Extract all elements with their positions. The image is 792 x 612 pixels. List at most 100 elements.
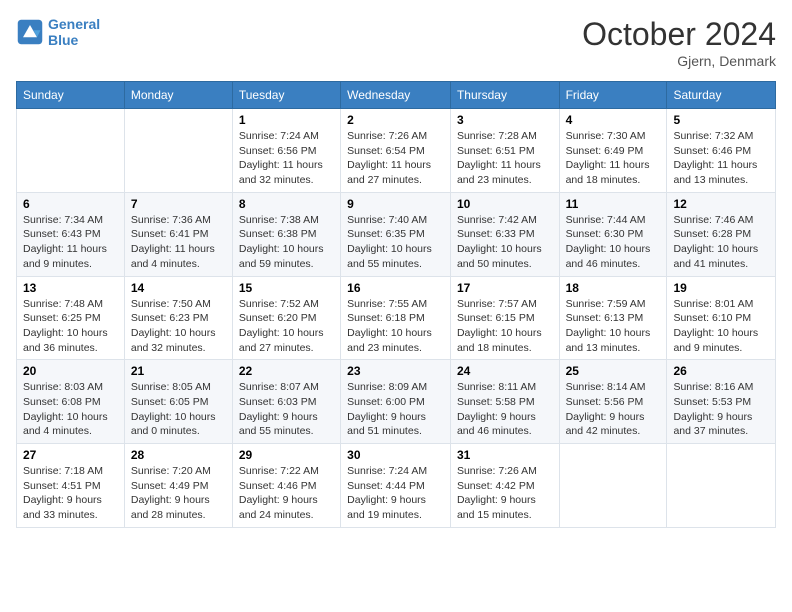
- day-detail: Sunrise: 7:42 AMSunset: 6:33 PMDaylight:…: [457, 213, 553, 272]
- calendar-cell: 23 Sunrise: 8:09 AMSunset: 6:00 PMDayligh…: [341, 360, 451, 444]
- day-number: 20: [23, 364, 118, 378]
- weekday-header: Friday: [559, 82, 667, 109]
- day-detail: Sunrise: 8:07 AMSunset: 6:03 PMDaylight:…: [239, 380, 334, 439]
- logo: General Blue: [16, 16, 100, 48]
- day-detail: Sunrise: 7:38 AMSunset: 6:38 PMDaylight:…: [239, 213, 334, 272]
- calendar-table: SundayMondayTuesdayWednesdayThursdayFrid…: [16, 81, 776, 528]
- day-number: 6: [23, 197, 118, 211]
- page-header: General Blue October 2024 Gjern, Denmark: [16, 16, 776, 69]
- day-number: 23: [347, 364, 444, 378]
- weekday-header: Thursday: [450, 82, 559, 109]
- day-detail: Sunrise: 7:26 AMSunset: 6:54 PMDaylight:…: [347, 129, 444, 188]
- calendar-cell: 24Sunrise: 8:11 AMSunset: 5:58 PMDayligh…: [450, 360, 559, 444]
- day-detail: Sunrise: 7:48 AMSunset: 6:25 PMDaylight:…: [23, 297, 118, 356]
- calendar-cell: 12 Sunrise: 7:46 AMSunset: 6:28 PMDayligh…: [667, 192, 776, 276]
- day-detail: Sunrise: 7:26 AMSunset: 4:42 PMDaylight:…: [457, 464, 553, 523]
- calendar-cell: 28 Sunrise: 7:20 AMSunset: 4:49 PMDayligh…: [124, 444, 232, 528]
- day-detail: Sunrise: 7:57 AMSunset: 6:15 PMDaylight:…: [457, 297, 553, 356]
- calendar-cell: 20 Sunrise: 8:03 AMSunset: 6:08 PMDayligh…: [17, 360, 125, 444]
- day-detail: Sunrise: 8:05 AMSunset: 6:05 PMDaylight:…: [131, 380, 226, 439]
- day-number: 5: [673, 113, 769, 127]
- calendar-cell: 15 Sunrise: 7:52 AMSunset: 6:20 PMDayligh…: [232, 276, 340, 360]
- day-detail: Sunrise: 7:22 AMSunset: 4:46 PMDaylight:…: [239, 464, 334, 523]
- day-detail: Sunrise: 8:09 AMSunset: 6:00 PMDaylight:…: [347, 380, 444, 439]
- day-number: 27: [23, 448, 118, 462]
- calendar-cell: 6 Sunrise: 7:34 AMSunset: 6:43 PMDaylight…: [17, 192, 125, 276]
- day-number: 12: [673, 197, 769, 211]
- calendar-cell: 29 Sunrise: 7:22 AMSunset: 4:46 PMDayligh…: [232, 444, 340, 528]
- day-number: 18: [566, 281, 661, 295]
- day-detail: Sunrise: 7:40 AMSunset: 6:35 PMDaylight:…: [347, 213, 444, 272]
- day-detail: Sunrise: 7:28 AMSunset: 6:51 PMDaylight:…: [457, 129, 553, 188]
- day-number: 30: [347, 448, 444, 462]
- calendar-week-row: 13 Sunrise: 7:48 AMSunset: 6:25 PMDayligh…: [17, 276, 776, 360]
- day-number: 11: [566, 197, 661, 211]
- calendar-cell: 5 Sunrise: 7:32 AMSunset: 6:46 PMDaylight…: [667, 109, 776, 193]
- day-number: 4: [566, 113, 661, 127]
- day-number: 28: [131, 448, 226, 462]
- calendar-cell: 27 Sunrise: 7:18 AMSunset: 4:51 PMDayligh…: [17, 444, 125, 528]
- day-number: 1: [239, 113, 334, 127]
- day-number: 14: [131, 281, 226, 295]
- calendar-week-row: 6 Sunrise: 7:34 AMSunset: 6:43 PMDaylight…: [17, 192, 776, 276]
- calendar-cell: 7Sunrise: 7:36 AMSunset: 6:41 PMDaylight…: [124, 192, 232, 276]
- day-number: 22: [239, 364, 334, 378]
- calendar-cell: 11 Sunrise: 7:44 AMSunset: 6:30 PMDayligh…: [559, 192, 667, 276]
- calendar-cell: [559, 444, 667, 528]
- calendar-cell: 2Sunrise: 7:26 AMSunset: 6:54 PMDaylight…: [341, 109, 451, 193]
- day-detail: Sunrise: 7:55 AMSunset: 6:18 PMDaylight:…: [347, 297, 444, 356]
- calendar-cell: 25Sunrise: 8:14 AMSunset: 5:56 PMDayligh…: [559, 360, 667, 444]
- calendar-cell: 17 Sunrise: 7:57 AMSunset: 6:15 PMDayligh…: [450, 276, 559, 360]
- calendar-cell: 26Sunrise: 8:16 AMSunset: 5:53 PMDayligh…: [667, 360, 776, 444]
- day-detail: Sunrise: 7:24 AMSunset: 4:44 PMDaylight:…: [347, 464, 444, 523]
- day-detail: Sunrise: 7:50 AMSunset: 6:23 PMDaylight:…: [131, 297, 226, 356]
- calendar-cell: 21 Sunrise: 8:05 AMSunset: 6:05 PMDayligh…: [124, 360, 232, 444]
- day-number: 25: [566, 364, 661, 378]
- day-number: 13: [23, 281, 118, 295]
- calendar-cell: 8 Sunrise: 7:38 AMSunset: 6:38 PMDaylight…: [232, 192, 340, 276]
- calendar-cell: [17, 109, 125, 193]
- calendar-cell: 1 Sunrise: 7:24 AMSunset: 6:56 PMDaylight…: [232, 109, 340, 193]
- day-number: 19: [673, 281, 769, 295]
- day-number: 7: [131, 197, 226, 211]
- day-number: 3: [457, 113, 553, 127]
- calendar-week-row: 20 Sunrise: 8:03 AMSunset: 6:08 PMDayligh…: [17, 360, 776, 444]
- calendar-week-row: 1 Sunrise: 7:24 AMSunset: 6:56 PMDaylight…: [17, 109, 776, 193]
- title-area: October 2024 Gjern, Denmark: [582, 16, 776, 69]
- day-number: 31: [457, 448, 553, 462]
- day-number: 9: [347, 197, 444, 211]
- day-detail: Sunrise: 7:34 AMSunset: 6:43 PMDaylight:…: [23, 213, 118, 272]
- calendar-week-row: 27 Sunrise: 7:18 AMSunset: 4:51 PMDayligh…: [17, 444, 776, 528]
- day-detail: Sunrise: 7:24 AMSunset: 6:56 PMDaylight:…: [239, 129, 334, 188]
- day-detail: Sunrise: 7:44 AMSunset: 6:30 PMDaylight:…: [566, 213, 661, 272]
- logo-text: General Blue: [48, 16, 100, 48]
- day-number: 29: [239, 448, 334, 462]
- day-detail: Sunrise: 7:20 AMSunset: 4:49 PMDaylight:…: [131, 464, 226, 523]
- day-detail: Sunrise: 7:32 AMSunset: 6:46 PMDaylight:…: [673, 129, 769, 188]
- calendar-cell: 31 Sunrise: 7:26 AMSunset: 4:42 PMDayligh…: [450, 444, 559, 528]
- day-detail: Sunrise: 7:30 AMSunset: 6:49 PMDaylight:…: [566, 129, 661, 188]
- weekday-header: Tuesday: [232, 82, 340, 109]
- calendar-cell: 13 Sunrise: 7:48 AMSunset: 6:25 PMDayligh…: [17, 276, 125, 360]
- day-number: 8: [239, 197, 334, 211]
- weekday-header: Sunday: [17, 82, 125, 109]
- calendar-cell: 9 Sunrise: 7:40 AMSunset: 6:35 PMDaylight…: [341, 192, 451, 276]
- day-detail: Sunrise: 7:46 AMSunset: 6:28 PMDaylight:…: [673, 213, 769, 272]
- day-number: 10: [457, 197, 553, 211]
- day-number: 17: [457, 281, 553, 295]
- calendar-cell: 18 Sunrise: 7:59 AMSunset: 6:13 PMDayligh…: [559, 276, 667, 360]
- day-detail: Sunrise: 7:52 AMSunset: 6:20 PMDaylight:…: [239, 297, 334, 356]
- calendar-cell: [124, 109, 232, 193]
- location: Gjern, Denmark: [582, 53, 776, 69]
- calendar-header-row: SundayMondayTuesdayWednesdayThursdayFrid…: [17, 82, 776, 109]
- calendar-cell: 10 Sunrise: 7:42 AMSunset: 6:33 PMDayligh…: [450, 192, 559, 276]
- calendar-cell: 16Sunrise: 7:55 AMSunset: 6:18 PMDayligh…: [341, 276, 451, 360]
- day-number: 21: [131, 364, 226, 378]
- day-detail: Sunrise: 7:18 AMSunset: 4:51 PMDaylight:…: [23, 464, 118, 523]
- day-detail: Sunrise: 8:03 AMSunset: 6:08 PMDaylight:…: [23, 380, 118, 439]
- month-title: October 2024: [582, 16, 776, 53]
- weekday-header: Saturday: [667, 82, 776, 109]
- day-number: 15: [239, 281, 334, 295]
- calendar-cell: [667, 444, 776, 528]
- day-detail: Sunrise: 7:59 AMSunset: 6:13 PMDaylight:…: [566, 297, 661, 356]
